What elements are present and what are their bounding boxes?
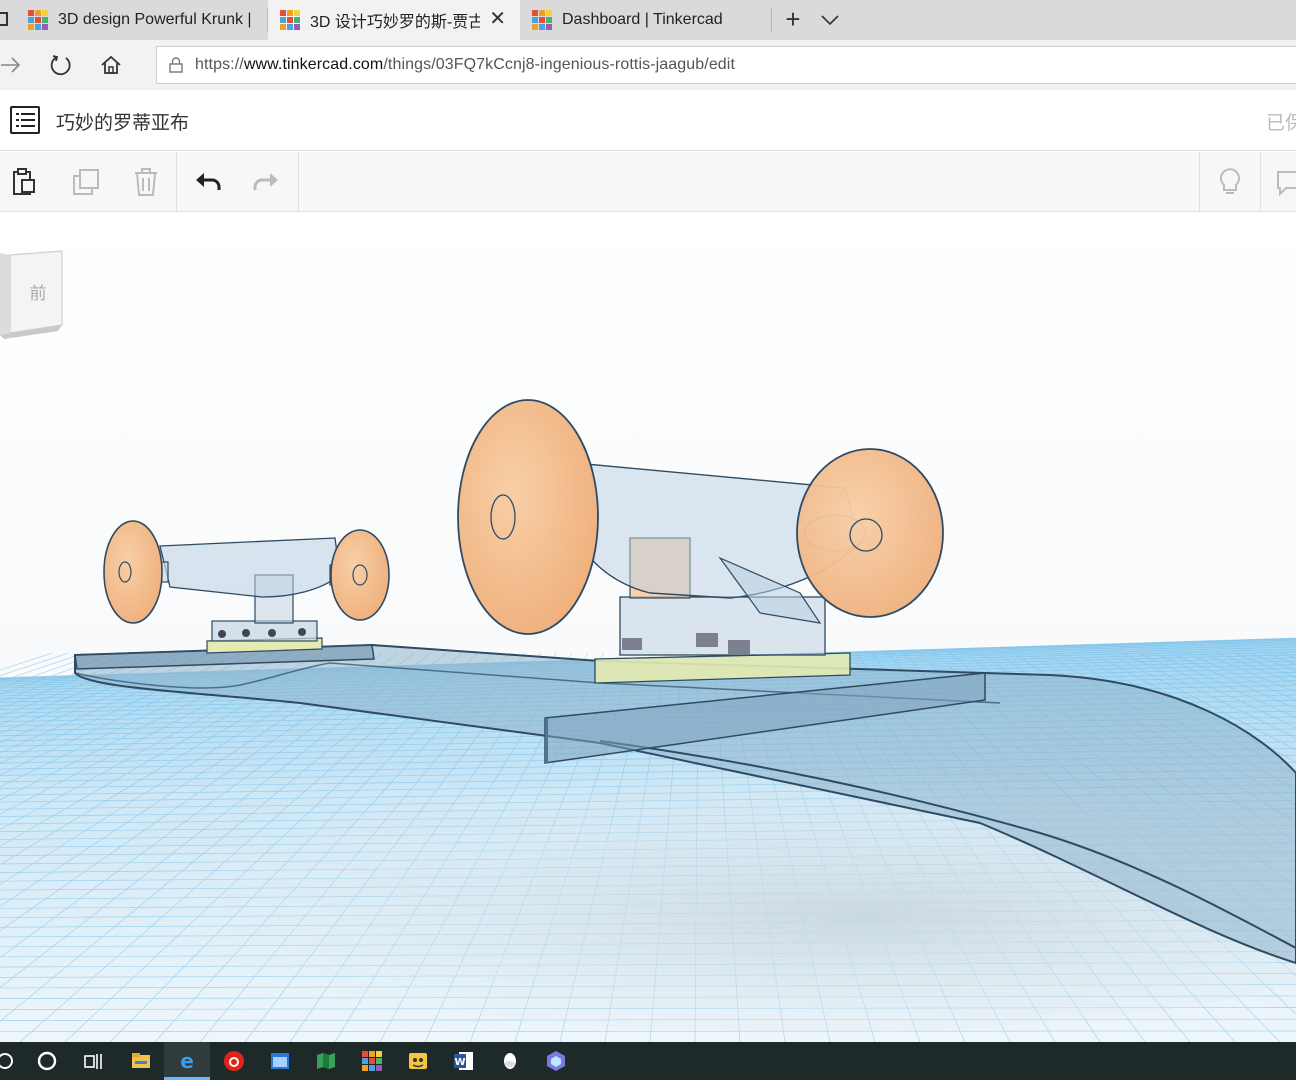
tab-title: 3D 设计巧妙罗的斯-贾古	[310, 14, 480, 31]
address-bar[interactable]: https://www.tinkercad.com/things/03FQ7kC…	[156, 46, 1296, 84]
toolbar-divider	[298, 152, 299, 212]
save-status: 已保	[1266, 112, 1296, 134]
chevron-down-icon[interactable]	[818, 8, 842, 32]
maps-icon[interactable]	[303, 1042, 349, 1080]
undo-icon[interactable]	[188, 162, 228, 202]
cortana-icon[interactable]	[24, 1042, 70, 1080]
tab-current-design[interactable]: 3D 设计巧妙罗的斯-贾古 ✕	[268, 0, 520, 40]
scene-canvas[interactable]: 前	[0, 213, 1296, 1042]
tab-preview-icon	[0, 12, 8, 26]
lightbulb-icon[interactable]	[1210, 162, 1250, 202]
tab-overflow[interactable]	[0, 0, 10, 40]
url-path: /things/03FQ7kCcnj8-ingenious-rottis-jaa…	[383, 56, 736, 73]
paint-app-icon[interactable]	[395, 1042, 441, 1080]
browser-tab-strip: 3D design Powerful Krunk | 3D 设计巧妙罗的斯-贾古…	[0, 0, 1296, 40]
refresh-icon[interactable]	[46, 50, 76, 80]
app-header: 巧妙的罗蒂亚布 已保	[0, 90, 1296, 151]
tinkercad-app-icon[interactable]	[349, 1042, 395, 1080]
design-title[interactable]: 巧妙的罗蒂亚布	[56, 108, 189, 135]
windows-taskbar: e W	[0, 1042, 1296, 1080]
svg-text:W: W	[454, 1057, 465, 1068]
wheel[interactable]	[457, 399, 599, 635]
view-cube[interactable]: 前	[0, 250, 63, 339]
wheel[interactable]	[796, 448, 944, 618]
tab-dashboard[interactable]: Dashboard | Tinkercad	[520, 0, 772, 40]
design-list-icon[interactable]	[10, 106, 40, 134]
url-host: www.tinkercad.com	[243, 56, 384, 73]
file-explorer-icon[interactable]	[118, 1042, 164, 1080]
tab-title: 3D design Powerful Krunk |	[58, 11, 252, 28]
browser-navigation-bar: https://www.tinkercad.com/things/03FQ7kC…	[0, 40, 1296, 90]
edge-icon[interactable]: e	[164, 1042, 210, 1080]
tab-separator	[771, 8, 772, 32]
url-scheme: https://	[195, 56, 244, 73]
netease-music-icon[interactable]	[211, 1042, 257, 1080]
window-app-icon[interactable]	[257, 1042, 303, 1080]
wheel[interactable]	[330, 529, 390, 621]
close-icon[interactable]: ✕	[489, 9, 506, 29]
wheel[interactable]	[103, 520, 163, 624]
word-icon[interactable]: W	[441, 1042, 487, 1080]
tab-title: Dashboard | Tinkercad	[562, 11, 723, 28]
tinkercad-favicon-icon	[28, 10, 48, 30]
toolbar-divider	[1199, 152, 1200, 212]
task-view-icon[interactable]	[70, 1042, 116, 1080]
home-icon[interactable]	[96, 50, 126, 80]
forward-arrow-icon[interactable]	[0, 50, 26, 80]
view-cube-front-label: 前	[30, 284, 47, 304]
3d-workplane-viewport[interactable]: 前	[0, 213, 1296, 1042]
toolbar-divider	[1260, 152, 1261, 212]
tinkercad-favicon-icon	[280, 10, 300, 30]
edit-toolbar	[0, 152, 1296, 212]
svg-text:e: e	[180, 1050, 194, 1072]
url-text: https://www.tinkercad.com/things/03FQ7kC…	[195, 56, 735, 74]
qq-icon[interactable]	[487, 1042, 533, 1080]
tab-powerful-krunk[interactable]: 3D design Powerful Krunk |	[16, 0, 268, 40]
toolbar-divider	[176, 152, 177, 212]
plus-icon[interactable]: +	[778, 4, 808, 36]
photos-icon[interactable]	[533, 1042, 579, 1080]
paste-icon[interactable]	[4, 162, 44, 202]
comment-icon[interactable]	[1268, 162, 1296, 202]
lock-icon	[169, 57, 183, 73]
delete-icon[interactable]	[126, 162, 166, 202]
duplicate-icon[interactable]	[66, 162, 106, 202]
tinkercad-favicon-icon	[532, 10, 552, 30]
redo-icon[interactable]	[246, 162, 286, 202]
